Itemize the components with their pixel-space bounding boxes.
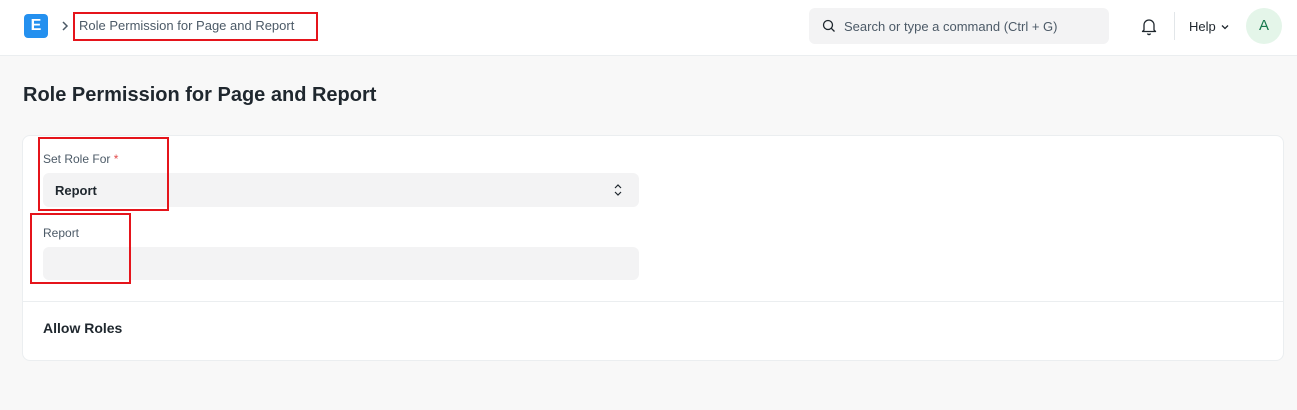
allow-roles-section-title: Allow Roles [43,320,123,336]
bell-icon[interactable] [1139,16,1159,36]
page-title: Role Permission for Page and Report [23,84,377,106]
search-input[interactable] [844,8,1104,44]
set-role-for-value: Report [55,183,97,198]
app-logo[interactable]: E [24,14,48,38]
set-role-for-label: Set Role For * [43,152,118,166]
chevron-right-icon [62,21,69,31]
chevron-down-icon[interactable] [1221,24,1229,30]
select-caret-icon [614,184,622,196]
form-card: Set Role For * Report Report Allow Roles [22,135,1284,361]
section-divider [23,301,1283,302]
required-mark: * [113,152,119,166]
navbar-divider [1174,12,1175,40]
search-bar[interactable] [809,8,1109,44]
avatar[interactable]: A [1246,8,1282,44]
breadcrumb[interactable]: Role Permission for Page and Report [79,18,294,34]
help-menu-button[interactable]: Help [1189,19,1216,34]
search-icon [822,19,835,32]
set-role-for-select[interactable]: Report [43,173,639,207]
report-label: Report [43,226,80,240]
report-input[interactable] [43,247,639,280]
set-role-for-label-text: Set Role For [43,152,111,166]
navbar: E Role Permission for Page and Report He… [0,0,1297,56]
